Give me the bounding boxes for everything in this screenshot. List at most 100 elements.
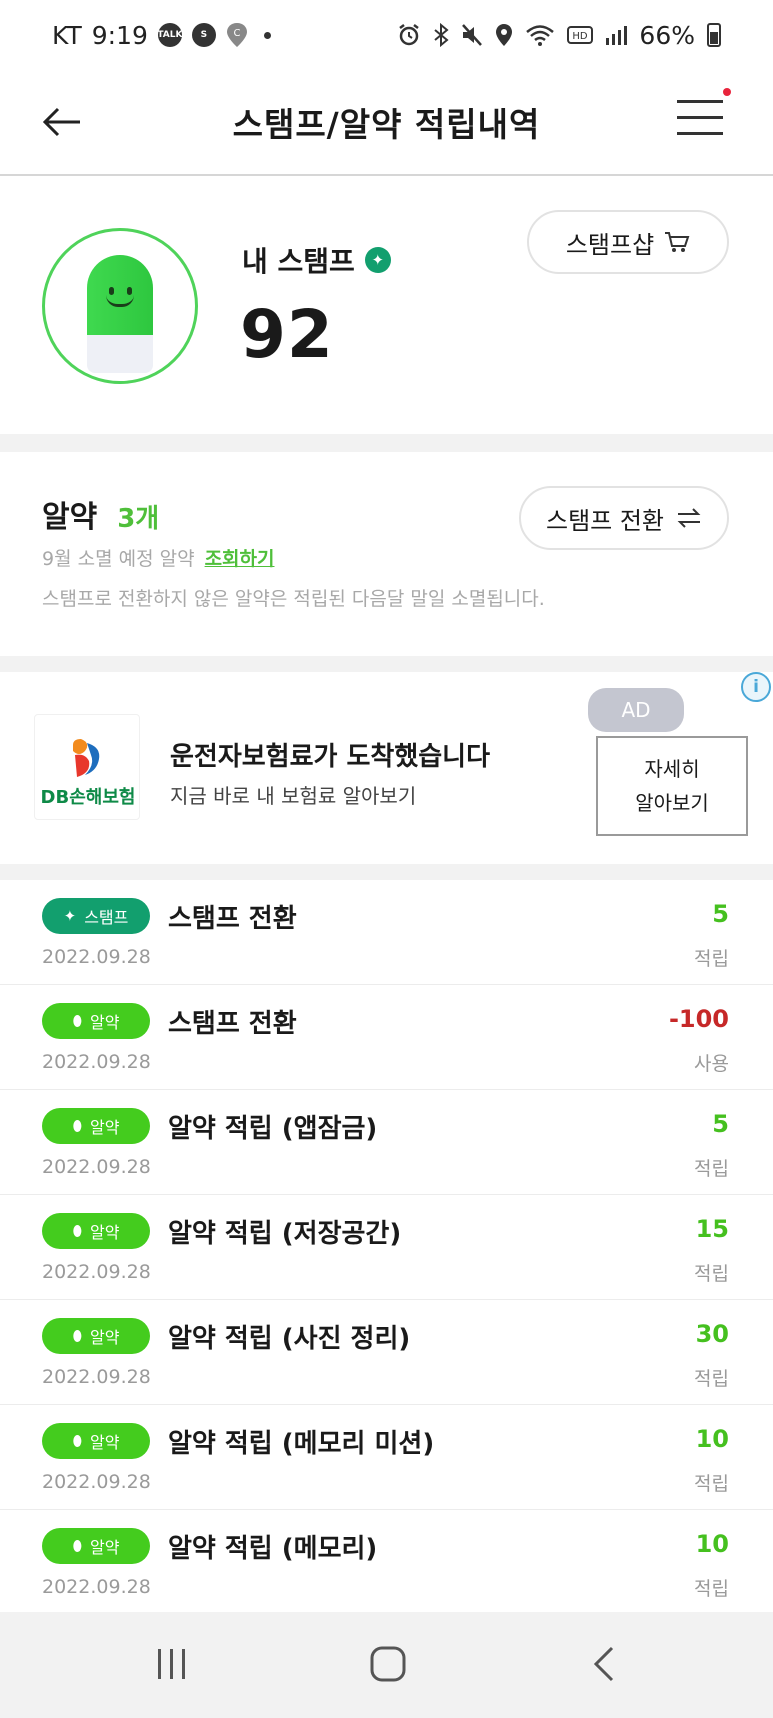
clock: 9:19 (91, 20, 148, 50)
page-title: 스탬프/알약 적립내역 (232, 105, 541, 144)
type-badge: ⬮ 알약 (42, 1528, 150, 1564)
stamp-summary: 내 스탬프 ✦ 92 스탬프샵 (0, 178, 773, 434)
item-date: 2022.09.28 (42, 1576, 151, 1598)
list-item[interactable]: ⬮ 알약 스탬프 전환 2022.09.28 -100 사용 (0, 985, 773, 1090)
pill-icon: ⬮ (72, 1327, 82, 1345)
alarm-icon (397, 23, 421, 47)
status-bar: KT 9:19 TALK S C HD 66% (0, 0, 773, 70)
carrier-label: KT (52, 20, 82, 50)
type-badge: ⬮ 알약 (42, 1318, 150, 1354)
item-title: 스탬프 전환 (168, 904, 297, 934)
stamp-shop-label: 스탬프샵 (565, 230, 655, 259)
type-label: 알약 (89, 1118, 120, 1137)
pill-title: 알약 (42, 500, 98, 535)
notification-dot-icon (263, 31, 271, 39)
list-item[interactable]: ⬮ 알약 알약 적립 (사진 정리) 2022.09.28 30 적립 (0, 1300, 773, 1405)
menu-button[interactable] (677, 88, 731, 138)
ad-banner[interactable]: i AD DB손해보험 운전자보험료가 도착했습니다 지금 바로 내 보험료 알… (0, 672, 773, 864)
divider (0, 434, 773, 452)
signal-icon (605, 24, 628, 46)
pill-count: 3개 (117, 504, 160, 534)
type-label: 알약 (89, 1013, 120, 1032)
type-label: 알약 (89, 1538, 120, 1557)
swap-arrows-icon (677, 508, 701, 528)
item-status: 적립 (694, 1473, 729, 1495)
pill-expire-notice: 스탬프로 전환하지 않은 알약은 적립된 다음달 말일 소멸됩니다. (42, 588, 545, 610)
item-date: 2022.09.28 (42, 1366, 151, 1388)
list-item[interactable]: ⬮ 알약 알약 적립 (저장공간) 2022.09.28 15 적립 (0, 1195, 773, 1300)
stamp-mark-icon: ✦ (63, 907, 77, 925)
wifi-icon (525, 23, 555, 47)
pill-icon: ⬮ (72, 1432, 82, 1450)
type-badge: ⬮ 알약 (42, 1108, 150, 1144)
stamp-convert-button[interactable]: 스탬프 전환 (519, 486, 729, 550)
item-amount: 15 (695, 1215, 729, 1243)
pill-icon: ⬮ (72, 1537, 82, 1555)
hd-icon: HD (567, 25, 594, 45)
pill-icon: ⬮ (72, 1012, 82, 1030)
stamp-count: 92 (240, 296, 334, 373)
home-button[interactable] (358, 1642, 418, 1686)
item-amount: 10 (695, 1530, 729, 1558)
new-badge-dot (723, 88, 731, 96)
svg-text:C: C (233, 28, 240, 39)
nav-back-button[interactable] (574, 1642, 634, 1686)
mute-icon (461, 23, 483, 47)
back-button[interactable] (40, 100, 84, 144)
list-item[interactable]: ⬮ 알약 알약 적립 (앱잠금) 2022.09.28 5 적립 (0, 1090, 773, 1195)
item-status: 적립 (694, 1158, 729, 1180)
recent-apps-button[interactable] (142, 1642, 202, 1686)
list-item[interactable]: ⬮ 알약 알약 적립 (메모리 미션) 2022.09.28 10 적립 (0, 1405, 773, 1510)
list-item[interactable]: ⬮ 알약 알약 적립 (메모리) 2022.09.28 10 적립 (0, 1510, 773, 1615)
stamp-convert-label: 스탬프 전환 (545, 506, 665, 535)
pill-icon: ⬮ (72, 1222, 82, 1240)
db-logo-icon (73, 739, 100, 777)
ad-cta-line2: 알아보기 (635, 791, 709, 815)
type-label: 알약 (89, 1433, 120, 1452)
item-title: 스탬프 전환 (168, 1009, 297, 1039)
chevron-left-icon (593, 1646, 614, 1682)
item-date: 2022.09.28 (42, 1051, 151, 1073)
type-badge: ✦ 스탬프 (42, 898, 150, 934)
pill-icon: ⬮ (72, 1117, 82, 1135)
item-amount: 10 (695, 1425, 729, 1453)
system-nav-bar (0, 1612, 773, 1718)
item-date: 2022.09.28 (42, 1156, 151, 1178)
s-app-icon: S (191, 23, 216, 47)
item-amount: 5 (712, 1110, 729, 1138)
item-amount: 30 (695, 1320, 729, 1348)
item-amount: -100 (668, 1005, 729, 1033)
item-title: 알약 적립 (앱잠금) (168, 1114, 378, 1144)
item-date: 2022.09.28 (42, 946, 151, 968)
hamburger-icon (677, 100, 723, 103)
home-icon (370, 1646, 406, 1682)
expire-lookup-link[interactable]: 조회하기 (205, 544, 275, 571)
ad-badge: AD (588, 688, 684, 732)
list-item[interactable]: ✦ 스탬프 스탬프 전환 2022.09.28 5 적립 (0, 880, 773, 985)
talk-icon: TALK (157, 23, 182, 47)
ad-cta-line1: 자세히 (644, 757, 700, 781)
item-title: 알약 적립 (사진 정리) (168, 1324, 411, 1354)
pill-summary: 알약 3개 9월 소멸 예정 알약 조회하기 스탬프로 전환하지 않은 알약은 … (0, 452, 773, 656)
stamp-shop-button[interactable]: 스탬프샵 (527, 210, 729, 274)
stamp-mark-icon: ✦ (364, 247, 391, 273)
location-c-icon: C (226, 22, 248, 48)
ad-subtext: 지금 바로 내 보험료 알아보기 (170, 784, 417, 808)
item-amount: 5 (712, 900, 729, 928)
ad-learn-more-button[interactable]: 자세히 알아보기 (596, 736, 748, 836)
divider (0, 864, 773, 880)
item-status: 적립 (694, 1578, 729, 1600)
bluetooth-icon (433, 23, 449, 47)
ad-info-icon[interactable]: i (741, 672, 771, 702)
item-status: 적립 (694, 1263, 729, 1285)
type-badge: ⬮ 알약 (42, 1003, 150, 1039)
ad-brand-logo: DB손해보험 (34, 714, 140, 820)
location-icon (495, 23, 513, 47)
type-label: 알약 (89, 1223, 120, 1242)
expire-text: 9월 소멸 예정 알약 (42, 548, 195, 570)
item-title: 알약 적립 (메모리 미션) (168, 1429, 435, 1459)
type-label: 알약 (89, 1328, 120, 1347)
type-badge: ⬮ 알약 (42, 1423, 150, 1459)
svg-text:HD: HD (573, 31, 589, 42)
item-status: 적립 (694, 1368, 729, 1390)
